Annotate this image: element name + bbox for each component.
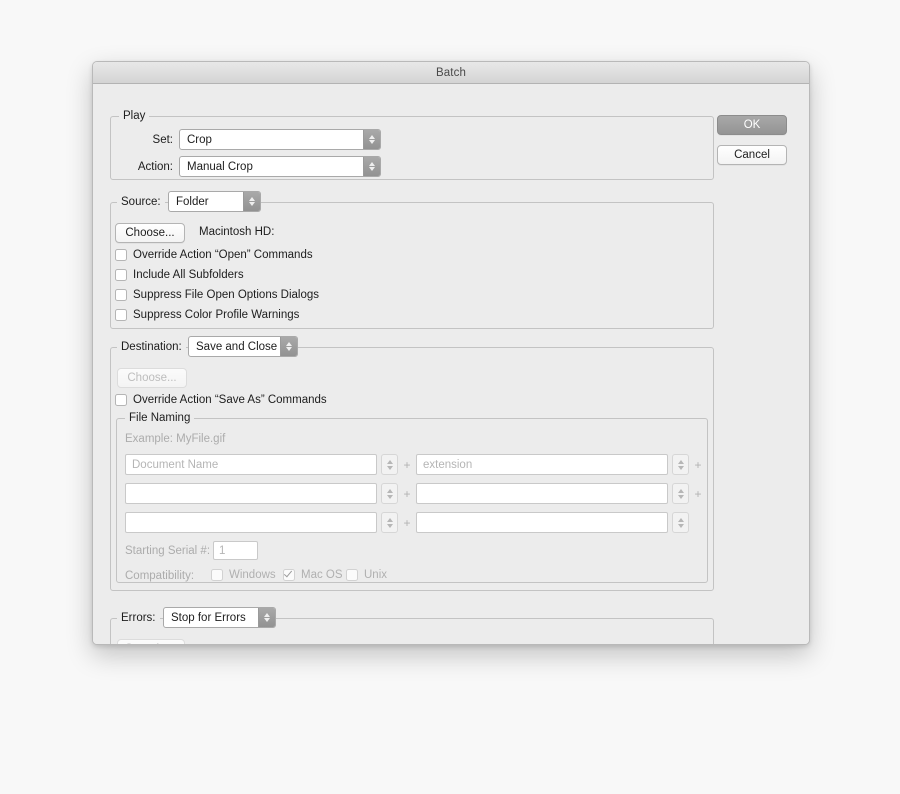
file-naming-stepper-1b[interactable] bbox=[672, 454, 689, 475]
set-label: Set: bbox=[152, 134, 173, 146]
checkbox-override-saveas[interactable]: Override Action “Save As” Commands bbox=[115, 394, 327, 406]
dialog-title: Batch bbox=[436, 66, 466, 79]
checkbox-override-open[interactable]: Override Action “Open” Commands bbox=[115, 249, 313, 261]
set-combo-value: Crop bbox=[187, 133, 212, 146]
checkbox-box-icon bbox=[346, 569, 358, 581]
checkbox-box-icon bbox=[115, 269, 127, 281]
file-naming-field-2a[interactable] bbox=[125, 483, 377, 504]
errors-save-as-button[interactable]: Save As... bbox=[117, 639, 185, 644]
source-group-legend: Source: bbox=[117, 196, 165, 208]
file-naming-plus-3a: + bbox=[403, 516, 411, 530]
checkbox-compat-windows[interactable]: Windows bbox=[211, 569, 276, 581]
file-naming-field-2b[interactable] bbox=[416, 483, 668, 504]
checkbox-include-subfolders[interactable]: Include All Subfolders bbox=[115, 269, 244, 281]
file-naming-plus-2a: + bbox=[403, 487, 411, 501]
errors-combo[interactable]: Stop for Errors bbox=[163, 607, 276, 628]
set-combo-stepper-icon[interactable] bbox=[363, 130, 380, 149]
file-naming-stepper-3b[interactable] bbox=[672, 512, 689, 533]
file-naming-example: Example: MyFile.gif bbox=[125, 433, 226, 445]
file-naming-group-legend: File Naming bbox=[125, 412, 195, 424]
checkbox-label: Unix bbox=[364, 569, 388, 581]
dialog-titlebar: Batch bbox=[93, 62, 809, 84]
destination-combo[interactable]: Save and Close bbox=[188, 336, 298, 357]
set-combo[interactable]: Crop bbox=[179, 129, 381, 150]
checkbox-label: Include All Subfolders bbox=[133, 269, 244, 281]
destination-group-legend: Destination: bbox=[117, 341, 186, 353]
checkbox-label: Windows bbox=[229, 569, 276, 581]
checkbox-box-icon bbox=[283, 568, 295, 581]
file-naming-stepper-2b[interactable] bbox=[672, 483, 689, 504]
source-path-text: Macintosh HD: bbox=[199, 226, 275, 238]
starting-serial-label: Starting Serial #: bbox=[125, 545, 211, 557]
destination-choose-button[interactable]: Choose... bbox=[117, 368, 187, 388]
checkbox-box-icon bbox=[211, 569, 223, 581]
file-naming-stepper-3a[interactable] bbox=[381, 512, 398, 533]
action-combo[interactable]: Manual Crop bbox=[179, 156, 381, 177]
source-combo-stepper-icon[interactable] bbox=[243, 192, 260, 211]
file-naming-field-3a[interactable] bbox=[125, 512, 377, 533]
file-naming-plus-1a: + bbox=[403, 458, 411, 472]
checkbox-box-icon bbox=[115, 309, 127, 321]
action-combo-value: Manual Crop bbox=[187, 160, 253, 173]
errors-combo-value: Stop for Errors bbox=[171, 611, 246, 624]
compatibility-label: Compatibility: bbox=[125, 570, 195, 582]
source-combo[interactable]: Folder bbox=[168, 191, 261, 212]
cancel-button[interactable]: Cancel bbox=[717, 145, 787, 165]
checkbox-box-icon bbox=[115, 394, 127, 406]
checkbox-compat-unix[interactable]: Unix bbox=[346, 569, 387, 581]
checkbox-label: Suppress Color Profile Warnings bbox=[133, 309, 300, 321]
play-legend-label: Play bbox=[123, 110, 146, 122]
file-naming-plus-1b: + bbox=[694, 458, 702, 472]
file-naming-plus-2b: + bbox=[694, 487, 702, 501]
checkbox-suppress-color-warnings[interactable]: Suppress Color Profile Warnings bbox=[115, 309, 299, 321]
checkbox-box-icon bbox=[115, 289, 127, 301]
errors-group-legend: Errors: bbox=[117, 612, 160, 624]
dialog-body: OK Cancel Play Set: Crop Action: Manual … bbox=[93, 84, 809, 644]
starting-serial-input[interactable]: 1 bbox=[213, 541, 258, 560]
action-label: Action: bbox=[137, 161, 173, 173]
destination-combo-stepper-icon[interactable] bbox=[280, 337, 297, 356]
checkbox-label: Mac OS bbox=[301, 569, 343, 581]
batch-dialog: Batch OK Cancel Play Set: Crop Action: M… bbox=[92, 61, 810, 645]
errors-combo-stepper-icon[interactable] bbox=[258, 608, 275, 627]
file-naming-field-3b[interactable] bbox=[416, 512, 668, 533]
play-group-legend: Play bbox=[119, 110, 150, 122]
file-naming-legend-label: File Naming bbox=[129, 412, 191, 424]
checkbox-suppress-open-dialogs[interactable]: Suppress File Open Options Dialogs bbox=[115, 289, 319, 301]
checkbox-label: Override Action “Save As” Commands bbox=[133, 394, 327, 406]
file-naming-field-1a[interactable]: Document Name bbox=[125, 454, 377, 475]
file-naming-stepper-2a[interactable] bbox=[381, 483, 398, 504]
file-naming-field-1b[interactable]: extension bbox=[416, 454, 668, 475]
source-choose-button[interactable]: Choose... bbox=[115, 223, 185, 243]
checkbox-label: Suppress File Open Options Dialogs bbox=[133, 289, 320, 301]
destination-legend-label: Destination: bbox=[121, 341, 182, 353]
errors-legend-label: Errors: bbox=[121, 612, 156, 624]
destination-combo-value: Save and Close bbox=[196, 340, 278, 353]
checkbox-compat-macos[interactable]: Mac OS bbox=[283, 568, 343, 581]
action-combo-stepper-icon[interactable] bbox=[363, 157, 380, 176]
checkbox-label: Override Action “Open” Commands bbox=[133, 249, 313, 261]
checkmark-icon bbox=[283, 568, 293, 578]
file-naming-stepper-1a[interactable] bbox=[381, 454, 398, 475]
ok-button[interactable]: OK bbox=[717, 115, 787, 135]
source-combo-value: Folder bbox=[176, 195, 209, 208]
checkbox-box-icon bbox=[115, 249, 127, 261]
source-legend-label: Source: bbox=[121, 196, 161, 208]
